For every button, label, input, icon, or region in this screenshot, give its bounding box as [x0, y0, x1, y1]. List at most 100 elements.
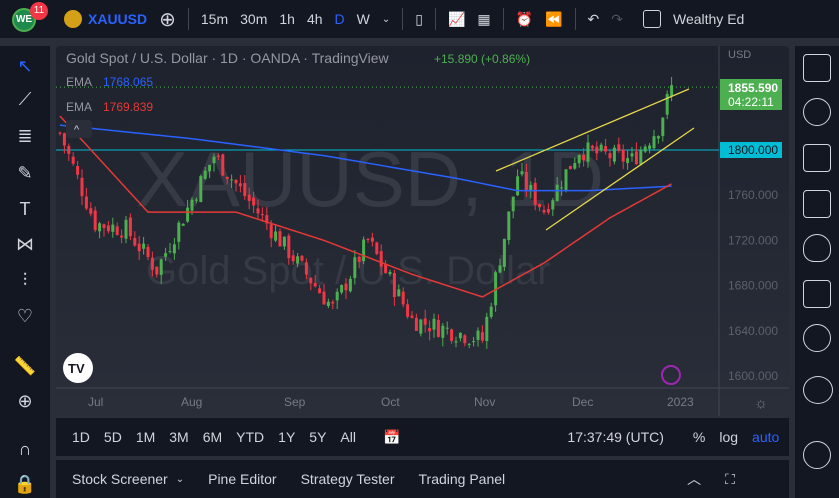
- candle-body: [216, 155, 220, 157]
- candle-body: [322, 291, 326, 305]
- news-icon[interactable]: [803, 144, 831, 172]
- candle-body: [639, 149, 643, 165]
- auto-toggle[interactable]: auto: [752, 429, 779, 445]
- ruler-icon[interactable]: 📏: [13, 356, 37, 380]
- chevron-up-icon[interactable]: ︿: [687, 469, 701, 489]
- fib-icon[interactable]: ≣: [13, 126, 37, 150]
- chat-icon[interactable]: [803, 376, 833, 404]
- candle-body: [124, 219, 128, 239]
- interval-4h[interactable]: 4h: [307, 11, 323, 27]
- alarm-clock-icon[interactable]: [803, 98, 831, 126]
- range-ytd[interactable]: YTD: [236, 429, 264, 445]
- range-3m[interactable]: 3M: [169, 429, 188, 445]
- currency-label[interactable]: USD: [728, 49, 751, 61]
- layout-name[interactable]: Wealthy Ed: [673, 11, 744, 27]
- price-chart[interactable]: XAUUSD, 1D Gold Spot / U.S. Dollar Gold …: [56, 46, 789, 416]
- ideas-bulb-icon[interactable]: [803, 324, 831, 352]
- candle-body: [379, 251, 383, 267]
- candle-body: [410, 315, 414, 318]
- settings-sun-icon[interactable]: ☼: [754, 395, 768, 412]
- tab-pine-editor[interactable]: Pine Editor: [208, 471, 276, 487]
- countdown: 04:22:11: [728, 95, 774, 109]
- chevron-up-icon[interactable]: ^: [74, 124, 80, 136]
- add-list-icon[interactable]: [803, 190, 831, 218]
- alert-icon[interactable]: ⏰: [516, 11, 533, 28]
- ema2-label: EMA: [66, 100, 92, 114]
- candle-body: [326, 301, 330, 306]
- cursor-icon[interactable]: ↖: [13, 56, 37, 80]
- lightning-icon[interactable]: [661, 365, 681, 385]
- tab-trading-panel[interactable]: Trading Panel: [419, 471, 506, 487]
- time-tick: Aug: [181, 395, 202, 409]
- interval-1h[interactable]: 1h: [279, 11, 295, 27]
- watchlist-icon[interactable]: [803, 54, 831, 82]
- percent-toggle[interactable]: %: [693, 429, 705, 445]
- brush-icon[interactable]: ✎: [13, 163, 37, 187]
- date-range-icon[interactable]: 📅: [383, 429, 400, 446]
- hotlist-fire-icon[interactable]: [803, 234, 831, 262]
- candle-body: [617, 144, 621, 151]
- text-icon[interactable]: T: [13, 199, 37, 223]
- candle-body: [199, 176, 203, 203]
- lock-icon[interactable]: 🔒: [13, 474, 37, 498]
- compare-add-icon[interactable]: ⊕: [159, 7, 176, 32]
- candle-body: [392, 273, 396, 297]
- candle-body: [507, 211, 511, 241]
- range-1d[interactable]: 1D: [72, 429, 90, 445]
- chevron-down-icon[interactable]: ⌄: [382, 14, 390, 25]
- time-tick: Jul: [88, 395, 103, 409]
- candle-body: [608, 153, 612, 159]
- indicators-icon[interactable]: 📈: [448, 11, 465, 28]
- candle-body: [555, 184, 559, 201]
- maximize-icon[interactable]: ⛶: [725, 471, 735, 488]
- candle-body: [450, 329, 454, 341]
- candle-body: [370, 237, 374, 242]
- candle-body: [71, 156, 75, 164]
- candle-body: [546, 209, 550, 213]
- redo-icon[interactable]: ↷: [611, 11, 623, 28]
- chart-pane[interactable]: XAUUSD, 1D Gold Spot / U.S. Dollar Gold …: [56, 46, 789, 416]
- replay-icon[interactable]: ⏪: [545, 11, 562, 28]
- candle-body: [168, 251, 172, 253]
- layout-checkbox-icon[interactable]: [642, 10, 661, 28]
- calendar-icon[interactable]: [803, 280, 831, 308]
- interval-30m[interactable]: 30m: [240, 11, 267, 27]
- range-1m[interactable]: 1M: [136, 429, 155, 445]
- range-6m[interactable]: 6M: [203, 429, 222, 445]
- candle-body: [432, 318, 436, 330]
- candle-body: [142, 243, 146, 249]
- drawing-toolbar: ↖ ⟋ ≣ ✎ T ⋈ ⫶ ♡ 📏 ⊕ ∩ 🔒: [0, 46, 50, 498]
- undo-icon[interactable]: ↶: [588, 11, 600, 28]
- range-all[interactable]: All: [340, 429, 356, 445]
- candles-icon[interactable]: ▯: [415, 11, 423, 28]
- candle-body: [670, 85, 674, 97]
- range-5d[interactable]: 5D: [104, 429, 122, 445]
- candle-body: [520, 171, 524, 175]
- magnet-icon[interactable]: ∩: [13, 439, 37, 463]
- range-5y[interactable]: 5Y: [309, 429, 326, 445]
- interval-d[interactable]: D: [335, 11, 345, 27]
- prediction-icon[interactable]: ⫶: [13, 270, 37, 294]
- trendline-icon[interactable]: ⟋: [13, 89, 37, 113]
- layouts-icon[interactable]: ▦: [477, 11, 490, 28]
- zoom-in-icon[interactable]: ⊕: [13, 391, 37, 415]
- heart-icon[interactable]: ♡: [13, 306, 37, 330]
- range-bar: 1D 5D 1M 3M 6M YTD 1Y 5Y All 📅 17:37:49 …: [56, 418, 789, 456]
- candle-body: [150, 257, 154, 270]
- candle-body: [58, 132, 62, 134]
- chevron-down-icon[interactable]: ⌄: [176, 474, 184, 485]
- interval-15m[interactable]: 15m: [201, 11, 228, 27]
- candle-body: [340, 285, 344, 293]
- candle-body: [463, 335, 467, 344]
- log-toggle[interactable]: log: [719, 429, 738, 445]
- range-1y[interactable]: 1Y: [278, 429, 295, 445]
- tab-stock-screener[interactable]: Stock Screener: [72, 471, 168, 487]
- symbol-search[interactable]: XAUUSD: [88, 11, 147, 27]
- bottom-panel-tabs: Stock Screener ⌄ Pine Editor Strategy Te…: [56, 460, 789, 498]
- pattern-icon[interactable]: ⋈: [13, 234, 37, 258]
- clock[interactable]: 17:37:49 (UTC): [567, 429, 663, 445]
- interval-w[interactable]: W: [357, 11, 370, 27]
- candle-body: [458, 332, 462, 339]
- tab-strategy-tester[interactable]: Strategy Tester: [301, 471, 395, 487]
- chat-bubble-icon[interactable]: [803, 441, 831, 469]
